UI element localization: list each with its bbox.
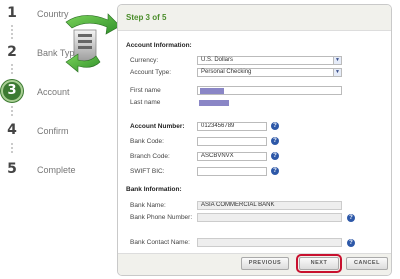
- step-connector-1: [11, 25, 13, 41]
- cancel-button[interactable]: CANCEL: [346, 257, 388, 270]
- bank-contact-field[interactable]: [197, 238, 342, 247]
- first-name-redaction: [200, 88, 224, 94]
- step-4-label: Confirm: [37, 126, 69, 136]
- currency-select[interactable]: U.S. Dollars ▼: [197, 56, 342, 65]
- branch-code-field[interactable]: ASCBVNVX: [197, 152, 267, 161]
- help-icon[interactable]: ?: [271, 137, 279, 145]
- currency-value: U.S. Dollars: [201, 57, 234, 63]
- currency-label: Currency:: [130, 57, 159, 64]
- step-5-label: Complete: [37, 165, 76, 175]
- panel-footer: PREVIOUS NEXT CANCEL: [118, 253, 391, 275]
- help-icon[interactable]: ?: [347, 239, 355, 247]
- step-5-number: 5: [7, 161, 17, 177]
- step-connector-3: [11, 106, 13, 118]
- first-name-field[interactable]: [197, 86, 342, 95]
- bank-code-label: Bank Code:: [130, 138, 164, 145]
- next-button[interactable]: NEXT: [296, 254, 342, 273]
- first-name-label: First name: [130, 87, 161, 94]
- account-type-value: Personal Checking: [201, 69, 252, 75]
- panel-title: Step 3 of 5: [118, 5, 391, 31]
- help-icon[interactable]: ?: [347, 214, 355, 222]
- swift-bic-field[interactable]: [197, 167, 267, 176]
- help-icon[interactable]: ?: [271, 152, 279, 160]
- last-name-redaction: [199, 100, 229, 106]
- help-icon[interactable]: ?: [271, 167, 279, 175]
- last-name-label: Last name: [130, 99, 161, 106]
- wizard-panel: Step 3 of 5 Account Information: Currenc…: [117, 4, 392, 276]
- step-2-number: 2: [7, 44, 17, 60]
- bank-phone-field[interactable]: [197, 213, 342, 222]
- account-type-select[interactable]: Personal Checking ▼: [197, 68, 342, 77]
- chevron-down-icon: ▼: [333, 57, 341, 64]
- step-connector-2: [11, 64, 13, 76]
- help-icon[interactable]: ?: [271, 122, 279, 130]
- account-info-heading: Account Information:: [126, 42, 192, 49]
- account-number-field[interactable]: 0123456789: [197, 122, 267, 131]
- previous-button[interactable]: PREVIOUS: [241, 257, 289, 270]
- bank-info-heading: Bank Information:: [126, 186, 182, 193]
- chevron-down-icon: ▼: [333, 69, 341, 76]
- account-type-label: Account Type:: [130, 69, 172, 76]
- step-4-number: 4: [7, 122, 17, 138]
- branch-code-label: Branch Code:: [130, 153, 170, 160]
- bank-phone-label: Bank Phone Number:: [130, 214, 193, 221]
- sync-arrows-icon: [65, 13, 121, 73]
- bank-contact-label: Bank Contact Name:: [130, 239, 190, 246]
- step-connector-4: [11, 143, 13, 155]
- bank-name-label: Bank Name:: [130, 202, 166, 209]
- bank-name-field[interactable]: ASIA COMMERCIAL BANK: [197, 201, 342, 210]
- step-1-number: 1: [7, 5, 17, 21]
- swift-bic-label: SWIFT BIC:: [130, 168, 165, 175]
- step-3-number-current: 3: [1, 80, 23, 102]
- account-number-label: Account Number:: [130, 123, 185, 130]
- step-3-label: Account: [37, 87, 70, 97]
- bank-code-field[interactable]: [197, 137, 267, 146]
